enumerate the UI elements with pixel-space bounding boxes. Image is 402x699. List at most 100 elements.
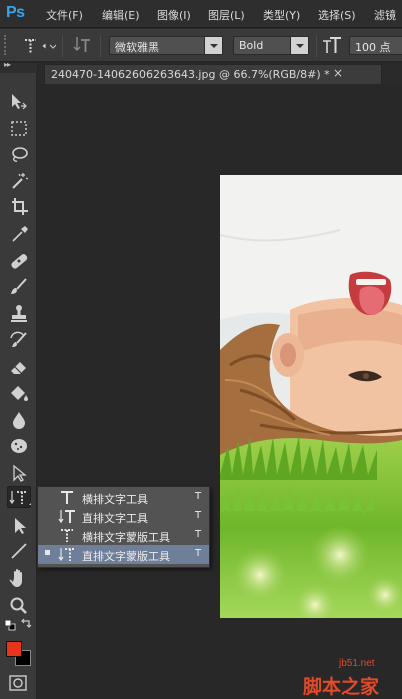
hand-icon — [9, 569, 22, 587]
vertical-type-mask-icon — [25, 39, 57, 53]
flyout-item-label: 直排文字蒙版工具 — [82, 550, 170, 563]
crop-icon — [12, 198, 28, 215]
font-style-select[interactable]: Bold — [233, 36, 309, 55]
document-tab[interactable]: 240470-14062606263643.jpg @ 66.7%(RGB/8#… — [44, 64, 382, 84]
lasso-tool[interactable] — [7, 144, 31, 166]
options-grip[interactable] — [4, 35, 8, 55]
flyout-item-shortcut: T — [195, 548, 202, 559]
eyedropper-icon — [12, 226, 28, 242]
flyout-item-horizontal-type[interactable]: 横排文字工具 T — [38, 488, 209, 507]
flyout-item-vertical-type[interactable]: 直排文字工具 T — [38, 507, 209, 526]
flyout-item-label: 横排文字工具 — [82, 493, 148, 506]
tool-preset-picker[interactable] — [22, 36, 57, 56]
stamp-icon — [11, 305, 27, 322]
hand-tool[interactable] — [7, 567, 31, 589]
flyout-item-label: 直排文字工具 — [82, 512, 148, 525]
font-size-value: 100 点 — [355, 41, 391, 54]
font-family-value: 微软雅黑 — [115, 41, 159, 54]
eraser-tool[interactable] — [7, 356, 31, 378]
type-tool-flyout: 横排文字工具 T 直排文字工具 T 横排文字蒙版工具 T 直排文字蒙版工具 T — [37, 486, 210, 568]
watermark-name: 脚本之家 — [303, 676, 380, 698]
dodge-tool[interactable] — [7, 435, 31, 457]
default-colors-icon[interactable] — [4, 619, 16, 631]
line-tool[interactable] — [7, 540, 31, 562]
collapse-icon[interactable]: ▸▸ — [4, 60, 11, 69]
move-tool[interactable] — [7, 91, 31, 113]
text-orientation-icon — [73, 37, 90, 52]
history-brush-icon — [10, 331, 27, 347]
document-image — [220, 175, 402, 618]
brush-tool[interactable] — [7, 276, 31, 298]
magic-wand-icon — [12, 173, 29, 189]
paint-bucket-tool[interactable] — [7, 382, 31, 404]
clone-stamp-tool[interactable] — [7, 303, 31, 325]
magic-wand-tool[interactable] — [7, 170, 31, 192]
flyout-item-shortcut: T — [195, 491, 202, 502]
options-separator — [62, 35, 63, 57]
vertical-type-mask-icon — [58, 546, 76, 563]
horizontal-type-mask-icon — [58, 527, 76, 544]
flyout-item-label: 横排文字蒙版工具 — [82, 531, 170, 544]
type-tool[interactable] — [7, 486, 31, 508]
menu-bar: Ps 文件(F) 编辑(E) 图像(I) 图层(L) 类型(Y) 选择(S) 滤… — [0, 0, 402, 28]
close-icon[interactable]: × — [333, 66, 343, 80]
menu-select[interactable]: 选择(S) — [318, 7, 356, 23]
magnifier-icon — [10, 597, 27, 614]
options-separator — [316, 35, 317, 57]
options-bar: 微软雅黑 Bold 100 点 — [0, 29, 402, 62]
menu-filter[interactable]: 滤镜 — [374, 7, 396, 23]
lasso-icon — [12, 147, 28, 162]
selected-indicator-icon — [45, 550, 50, 555]
move-icon — [12, 94, 27, 110]
line-icon — [11, 543, 27, 559]
tools-panel: ▸▸ — [0, 60, 37, 699]
document-title: 240470-14062606263643.jpg @ 66.7%(RGB/8#… — [51, 68, 330, 81]
healing-brush-tool[interactable] — [7, 250, 31, 272]
photoshop-logo: Ps — [6, 4, 25, 21]
paint-bucket-icon — [11, 386, 28, 401]
quick-mask-icon — [9, 675, 27, 691]
watermark-domain: jb51.net — [339, 658, 375, 669]
menu-image[interactable]: 图像(I) — [157, 7, 191, 23]
zoom-tool[interactable] — [7, 595, 31, 617]
flyout-item-horizontal-type-mask[interactable]: 横排文字蒙版工具 T — [38, 526, 209, 545]
crop-tool[interactable] — [7, 196, 31, 218]
menu-layer[interactable]: 图层(L) — [208, 7, 245, 23]
pen-icon — [13, 464, 27, 482]
document-tab-bar: 240470-14062606263643.jpg @ 66.7%(RGB/8#… — [38, 63, 402, 84]
horizontal-type-icon — [58, 489, 76, 506]
bandage-icon — [11, 254, 28, 269]
tools-panel-header[interactable]: ▸▸ — [0, 60, 37, 73]
eraser-icon — [11, 362, 26, 374]
vertical-type-icon — [58, 508, 76, 525]
swap-colors-icon[interactable] — [20, 618, 32, 630]
font-size-input[interactable]: 100 点 — [349, 36, 402, 55]
history-brush-tool[interactable] — [7, 329, 31, 351]
path-selection-tool[interactable] — [7, 515, 31, 537]
flyout-item-shortcut: T — [195, 529, 202, 540]
options-separator — [100, 35, 101, 57]
font-style-value: Bold — [239, 39, 264, 52]
menu-edit[interactable]: 编辑(E) — [102, 7, 140, 23]
eyedropper-tool[interactable] — [7, 223, 31, 245]
blur-tool[interactable] — [7, 409, 31, 431]
brush-icon — [11, 278, 27, 294]
vertical-type-mask-icon — [9, 491, 31, 505]
quick-mask-button[interactable] — [9, 675, 27, 691]
sponge-icon — [11, 439, 27, 453]
marquee-tool[interactable] — [7, 118, 31, 140]
chevron-down-icon — [204, 37, 222, 54]
toggle-text-orientation-button[interactable] — [72, 35, 92, 55]
flyout-item-vertical-type-mask[interactable]: 直排文字蒙版工具 T — [38, 545, 209, 564]
foreground-color-swatch[interactable] — [6, 641, 22, 657]
font-family-select[interactable]: 微软雅黑 — [109, 36, 223, 55]
menu-type[interactable]: 类型(Y) — [263, 7, 300, 23]
water-drop-icon — [13, 412, 25, 429]
chevron-down-icon — [290, 37, 308, 54]
font-size-icon — [322, 37, 342, 55]
flyout-item-shortcut: T — [195, 510, 202, 521]
pen-tool[interactable] — [7, 462, 31, 484]
arrow-cursor-icon — [15, 518, 26, 534]
rectangular-marquee-icon — [11, 121, 27, 136]
menu-file[interactable]: 文件(F) — [46, 7, 83, 23]
